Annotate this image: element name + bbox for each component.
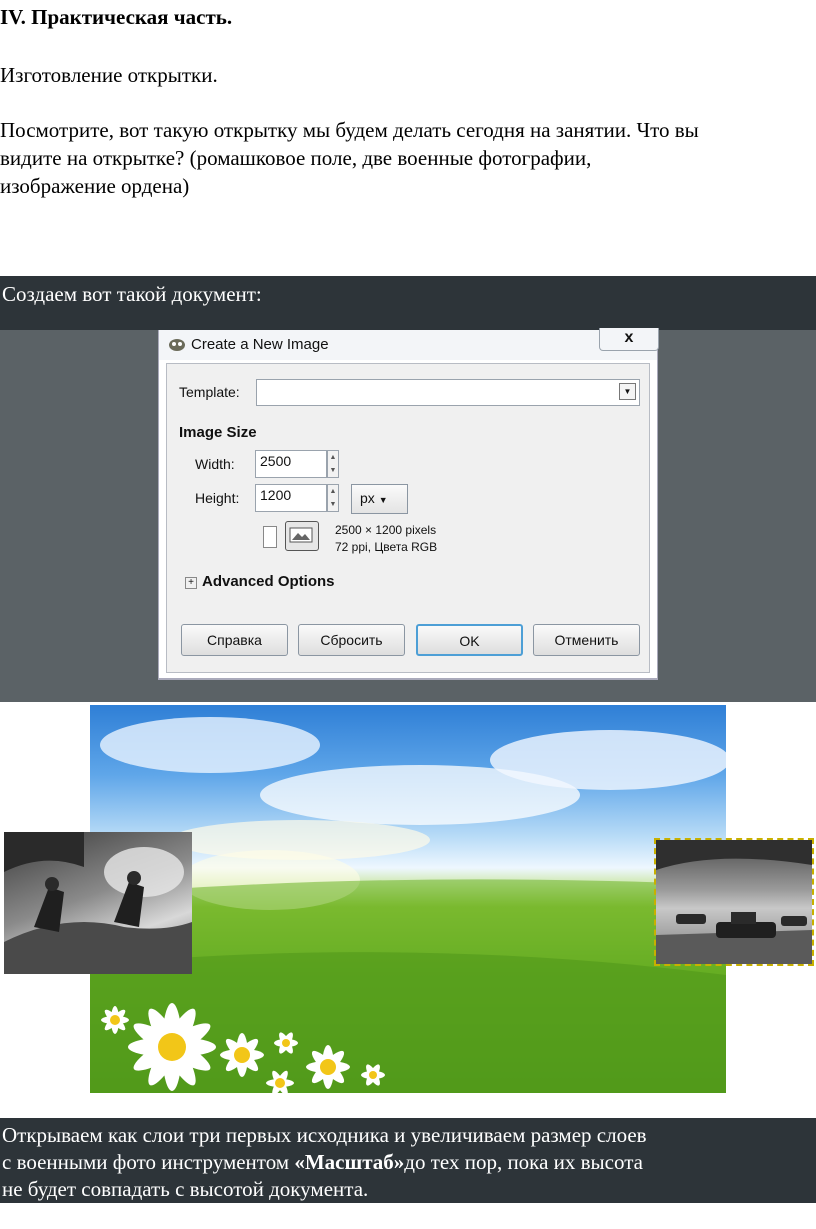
caption-line-3: не будет совпадать с высотой документа. xyxy=(2,1177,369,1201)
image-size-label: Image Size xyxy=(179,424,257,441)
caption-line-2: с военными фото инструментом «Масштаб»до… xyxy=(2,1149,643,1176)
war-photo-right xyxy=(654,838,814,966)
height-label: Height: xyxy=(195,490,240,506)
ok-button[interactable]: OK xyxy=(416,624,523,656)
caption-line-1: Открываем как слои три первых исходника … xyxy=(2,1123,647,1147)
caption-text: с военными фото инструментом xyxy=(2,1150,295,1174)
dialog-body: Template: ▼ Image Size Width: 2500 ▲ ▼ He… xyxy=(166,363,650,673)
caption-band-1: Создаем вот такой документ: xyxy=(0,276,816,330)
template-label: Template: xyxy=(179,384,240,400)
gimp-icon xyxy=(169,339,185,351)
width-input[interactable]: 2500 xyxy=(255,450,327,478)
tool-name: «Масштаб» xyxy=(294,1150,405,1174)
unit-select[interactable]: px ▼ xyxy=(351,484,408,514)
close-icon: x xyxy=(624,329,634,346)
caption-text: до тех пор, пока их высота xyxy=(404,1150,643,1174)
advanced-options-toggle[interactable]: Advanced Options xyxy=(202,573,335,590)
chevron-down-icon: ▼ xyxy=(378,495,388,505)
reset-button[interactable]: Сбросить xyxy=(298,624,405,656)
cancel-button[interactable]: Отменить xyxy=(533,624,640,656)
tanks-illustration xyxy=(656,840,812,964)
dialog-titlebar: Create a New Image x xyxy=(159,328,659,360)
intro-line-1: Посмотрите, вот такую открытку мы будем … xyxy=(0,118,699,142)
landscape-button[interactable] xyxy=(285,521,319,551)
intro-line-3: изображение ордена) xyxy=(0,174,190,198)
chevron-down-icon[interactable]: ▼ xyxy=(619,383,636,400)
template-select[interactable]: ▼ xyxy=(256,379,640,406)
section-heading: IV. Практическая часть. xyxy=(0,5,233,29)
height-input[interactable]: 1200 xyxy=(255,484,327,512)
close-button[interactable]: x xyxy=(599,328,659,351)
unit-value: px xyxy=(360,490,375,506)
size-info-pixels: 2500 × 1200 pixels xyxy=(335,523,437,537)
portrait-icon[interactable] xyxy=(263,526,277,548)
width-stepper[interactable]: ▲ ▼ xyxy=(327,450,339,478)
width-value: 2500 xyxy=(260,453,292,469)
war-photo-left xyxy=(4,832,192,974)
expand-icon[interactable]: + xyxy=(185,577,197,589)
caption-text: Создаем вот такой документ: xyxy=(2,282,262,306)
intro-line-2: видите на открытке? (ромашковое поле, дв… xyxy=(0,146,592,170)
help-button[interactable]: Справка xyxy=(181,624,288,656)
subheading: Изготовление открытки. xyxy=(0,63,218,87)
height-stepper[interactable]: ▲ ▼ xyxy=(327,484,339,512)
height-value: 1200 xyxy=(260,487,292,503)
dialog-title: Create a New Image xyxy=(191,336,329,353)
caption-band-2: Открываем как слои три первых исходника … xyxy=(0,1118,816,1203)
size-info-resolution: 72 ppi, Цвета RGB xyxy=(335,540,438,554)
width-label: Width: xyxy=(195,456,235,472)
soldiers-illustration xyxy=(4,832,192,974)
landscape-icon xyxy=(289,527,313,543)
create-image-dialog: Create a New Image x Template: ▼ Image S… xyxy=(158,328,659,680)
